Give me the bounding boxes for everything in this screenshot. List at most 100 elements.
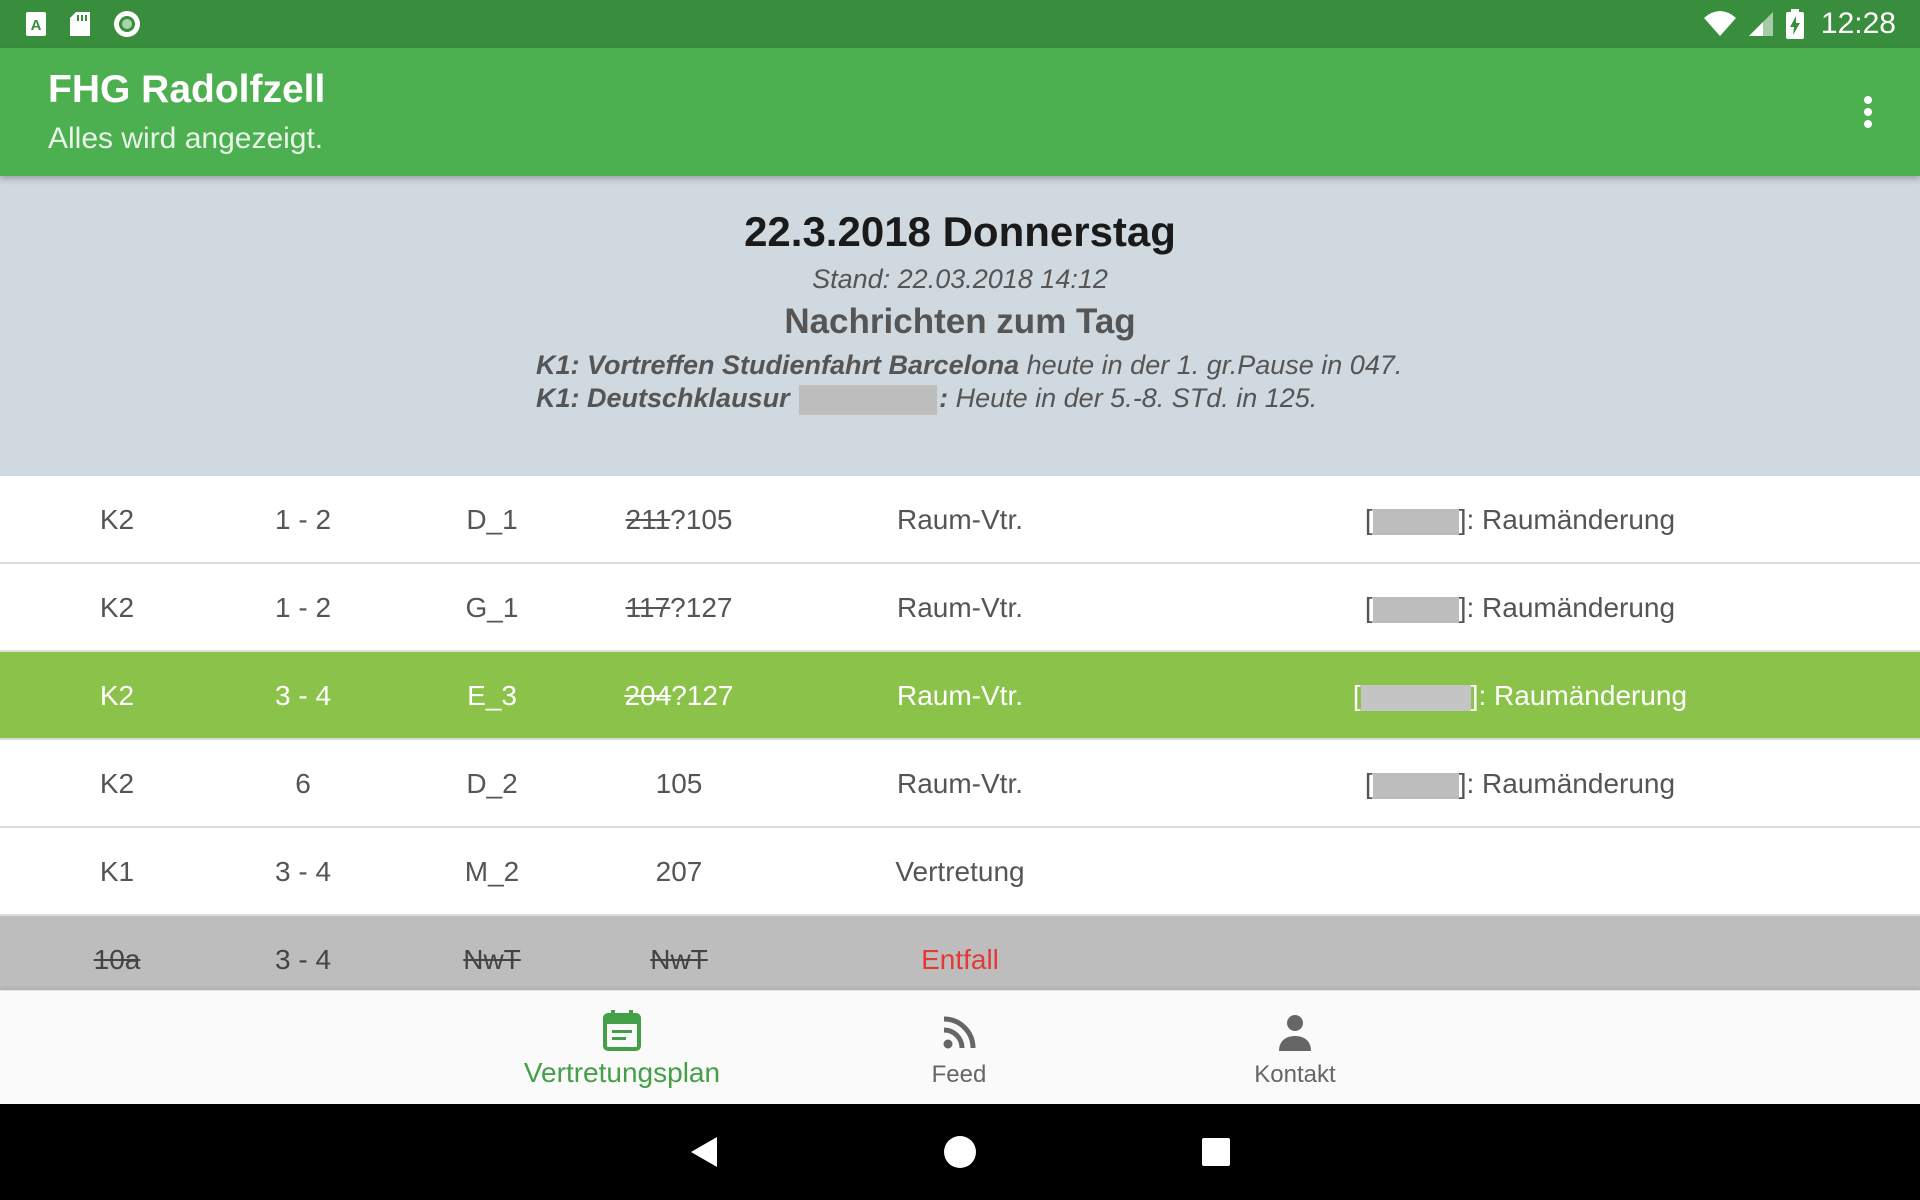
- cell-lesson: 3 - 4: [274, 856, 332, 887]
- room-separator: ?: [670, 504, 686, 535]
- redacted-block: [1360, 684, 1471, 711]
- cell-subject: M_2: [464, 856, 520, 887]
- system-navigation-bar: [0, 1104, 1920, 1200]
- table-row[interactable]: K2 1 - 2 G_1 117?127 Raum-Vtr. [ ]: Raumä…: [0, 564, 1920, 652]
- cell-subject: NwT: [463, 944, 521, 975]
- redacted-block: [1372, 596, 1459, 623]
- signal-icon: [1748, 12, 1773, 36]
- news-item-text: Heute in der 5.-8. STd. in 125.: [948, 383, 1318, 413]
- news-item-title: K1: Vortreffen Studienfahrt Barcelona: [536, 350, 1020, 380]
- cell-lesson: 3 - 4: [274, 680, 332, 711]
- news-title: Nachrichten zum Tag: [784, 302, 1136, 341]
- cell-type: Raum-Vtr.: [896, 592, 1024, 623]
- wifi-icon: [1703, 11, 1736, 36]
- cell-lesson: 1 - 2: [274, 504, 332, 535]
- news-item: K1: Deutschklausur : Heute in der 5.-8. …: [536, 383, 1317, 415]
- cell-type: Entfall: [921, 944, 999, 975]
- news-item: K1: Vortreffen Studienfahrt Barcelona he…: [536, 350, 1402, 381]
- app-root: { "status_bar": { "time": "12:28", "icon…: [0, 0, 1920, 1200]
- room-new: 127: [685, 592, 733, 623]
- redacted-block: [1372, 508, 1459, 535]
- person-icon: [1279, 1015, 1311, 1051]
- app-a-icon: A: [26, 12, 46, 36]
- cell-type: Raum-Vtr.: [896, 504, 1024, 535]
- status-notifications: A: [24, 9, 142, 39]
- cell-class: K2: [99, 504, 135, 535]
- battery-charging-icon: [1785, 9, 1804, 39]
- info-text: ]: Raumänderung: [1470, 680, 1688, 711]
- calendar-icon: [603, 1010, 641, 1051]
- news-item-colon: :: [939, 383, 949, 413]
- status-bar: A 12:28: [0, 0, 1920, 48]
- nav-label: Kontakt: [1254, 1061, 1336, 1088]
- cell-class: K1: [99, 856, 135, 887]
- cell-room: 204?127: [599, 652, 759, 740]
- redacted-block: [1372, 772, 1459, 799]
- cell-lesson: 3 - 4: [274, 944, 332, 975]
- redacted-block: [799, 384, 938, 415]
- day-stand: Stand: 22.03.2018 14:12: [812, 264, 1108, 294]
- news-item-text: heute in der 1. gr.Pause in 047.: [1019, 350, 1403, 380]
- info-text: ]: Raumänderung: [1458, 592, 1676, 623]
- cell-type: Vertretung: [895, 856, 1025, 887]
- cell-room: 211?105: [599, 476, 759, 564]
- cell-class: K2: [99, 680, 135, 711]
- app-title: FHG Radolfzell: [48, 68, 326, 111]
- status-system: 12:28: [1703, 0, 1896, 48]
- cell-class: K2: [99, 768, 135, 799]
- sync-icon: [114, 11, 140, 37]
- nav-label: Vertretungsplan: [523, 1057, 721, 1088]
- app-bar: FHG Radolfzell Alles wird angezeigt.: [0, 48, 1920, 176]
- room-old: 211: [625, 504, 671, 535]
- cell-subject: D_1: [466, 504, 518, 535]
- cell-class: K2: [99, 592, 135, 623]
- nav-vertretungsplan[interactable]: Vertretungsplan: [502, 991, 742, 1105]
- info-bracket-open: [: [1364, 768, 1373, 799]
- rss-feed-icon: [943, 1016, 976, 1049]
- nav-label: Feed: [931, 1061, 987, 1088]
- room-old: 204: [624, 680, 672, 711]
- more-vert-icon: [1864, 96, 1872, 128]
- nav-kontakt[interactable]: Kontakt: [1175, 991, 1415, 1105]
- svg-text:A: A: [31, 17, 42, 34]
- overflow-menu-button[interactable]: [1844, 88, 1892, 136]
- cell-type: Raum-Vtr.: [896, 768, 1024, 799]
- room-old: 117: [625, 592, 671, 623]
- cell-info: [ ]: Raumänderung: [1270, 564, 1770, 652]
- cell-lesson: 6: [295, 768, 311, 799]
- news-item-title: K1: Deutschklausur: [536, 383, 790, 413]
- table-row[interactable]: K1 3 - 4 M_2 207 Vertretung: [0, 828, 1920, 916]
- cell-info: [ ]: Raumänderung: [1270, 740, 1770, 828]
- table-row[interactable]: K2 1 - 2 D_1 211?105 Raum-Vtr. []: Raumä…: [0, 476, 1920, 564]
- status-time: 12:28: [1820, 7, 1896, 40]
- room-separator: ?: [671, 680, 687, 711]
- cell-room: 117?127: [599, 564, 759, 652]
- app-subtitle: Alles wird angezeigt.: [48, 122, 324, 155]
- info-text: ]: Raumänderung: [1458, 768, 1676, 799]
- cell-class: 10a: [93, 944, 141, 975]
- cell-subject: E_3: [467, 680, 517, 711]
- cell-room: 207: [655, 856, 703, 887]
- table-row-highlighted[interactable]: K2 3 - 4 E_3 204?127 Raum-Vtr. []: Raumä…: [0, 652, 1920, 740]
- cell-info: []: Raumänderung: [1270, 652, 1770, 740]
- substitution-list[interactable]: K2 1 - 2 D_1 211?105 Raum-Vtr. []: Raumä…: [0, 476, 1920, 990]
- recents-icon: [1202, 1138, 1230, 1166]
- home-button[interactable]: [936, 1128, 984, 1176]
- info-bracket-open: [: [1364, 592, 1373, 623]
- day-header: 22.3.2018 Donnerstag Stand: 22.03.2018 1…: [0, 176, 1920, 476]
- table-row[interactable]: K2 6 D_2 105 Raum-Vtr. [ ]: Raumänderung: [0, 740, 1920, 828]
- room-new: 127: [686, 680, 734, 711]
- table-row-cancelled[interactable]: 10a 3 - 4 NwT NwT Entfall: [0, 916, 1920, 990]
- back-button[interactable]: [680, 1128, 728, 1176]
- cell-subject: G_1: [465, 592, 519, 623]
- room-separator: ?: [670, 592, 686, 623]
- cell-type: Raum-Vtr.: [896, 680, 1024, 711]
- cell-subject: D_2: [466, 768, 518, 799]
- cell-room: NwT: [650, 944, 708, 975]
- nav-feed[interactable]: Feed: [839, 991, 1079, 1105]
- home-icon: [944, 1136, 976, 1168]
- recents-button[interactable]: [1192, 1128, 1240, 1176]
- info-text: ]: Raumänderung: [1458, 504, 1676, 535]
- cell-room: 105: [655, 768, 703, 799]
- cell-lesson: 1 - 2: [274, 592, 332, 623]
